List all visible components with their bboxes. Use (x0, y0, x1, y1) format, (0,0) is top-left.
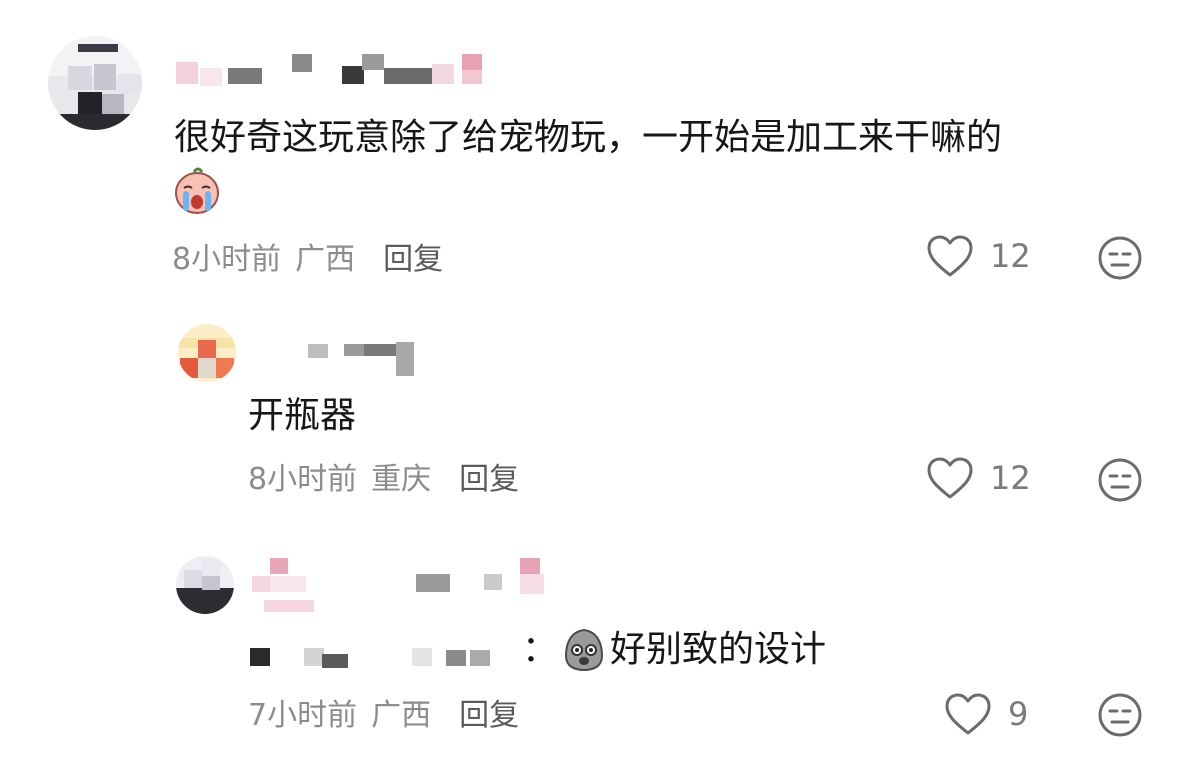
reply2-quote-blurred (248, 640, 538, 670)
shocked-blob-sticker-icon (562, 628, 606, 672)
comment-location: 广西 (295, 242, 356, 277)
reply-meta: 8小时前 重庆 回复 (248, 454, 519, 498)
neutral-face-icon (1098, 458, 1142, 502)
heart-outline-icon (927, 235, 973, 277)
reply-button[interactable]: 回复 (459, 690, 519, 734)
reply-location: 广西 (371, 698, 432, 733)
dislike-button[interactable] (1097, 692, 1143, 738)
dislike-button[interactable] (1097, 235, 1143, 281)
reply-time: 7小时前 (248, 698, 358, 733)
reply-time: 8小时前 (248, 462, 358, 497)
reply2-text-row: ： 好别致的设计 (522, 628, 826, 672)
like-count: 9 (1008, 695, 1029, 733)
commenter-avatar[interactable] (48, 36, 142, 130)
reply-text: 开瓶器 (248, 395, 357, 436)
like-button[interactable]: 12 (926, 456, 1031, 500)
reply2-avatar[interactable] (176, 556, 234, 614)
heart-outline-icon (945, 693, 991, 735)
reply2-text: 好别致的设计 (610, 629, 827, 670)
like-count: 12 (990, 459, 1031, 497)
reply-button[interactable]: 回复 (383, 234, 443, 278)
reply-meta: 7小时前 广西 回复 (248, 690, 519, 734)
neutral-face-icon (1098, 693, 1142, 737)
comment-text: 很好奇这玩意除了给宠物玩，一开始是加工来干嘛的 (174, 117, 1003, 158)
reply2-name-blurred[interactable] (250, 556, 560, 596)
neutral-face-icon (1098, 236, 1142, 280)
reply1-name-blurred[interactable] (256, 340, 416, 380)
like-count: 12 (990, 237, 1031, 275)
like-button[interactable]: 12 (926, 234, 1031, 278)
commenter-name-blurred[interactable] (176, 54, 488, 94)
reply2-colon: ： (522, 629, 559, 670)
reply2-name-blurred-line (264, 600, 314, 612)
heart-outline-icon (927, 457, 973, 499)
comment-meta: 8小时前 广西 回复 (172, 234, 443, 278)
like-button[interactable]: 9 (944, 692, 1028, 736)
dislike-button[interactable] (1097, 457, 1143, 503)
reply-button[interactable]: 回复 (459, 454, 519, 498)
comment-time: 8小时前 (172, 242, 282, 277)
crying-face-sticker-icon (172, 166, 222, 216)
reply1-avatar[interactable] (178, 324, 236, 382)
reply-location: 重庆 (371, 462, 432, 497)
